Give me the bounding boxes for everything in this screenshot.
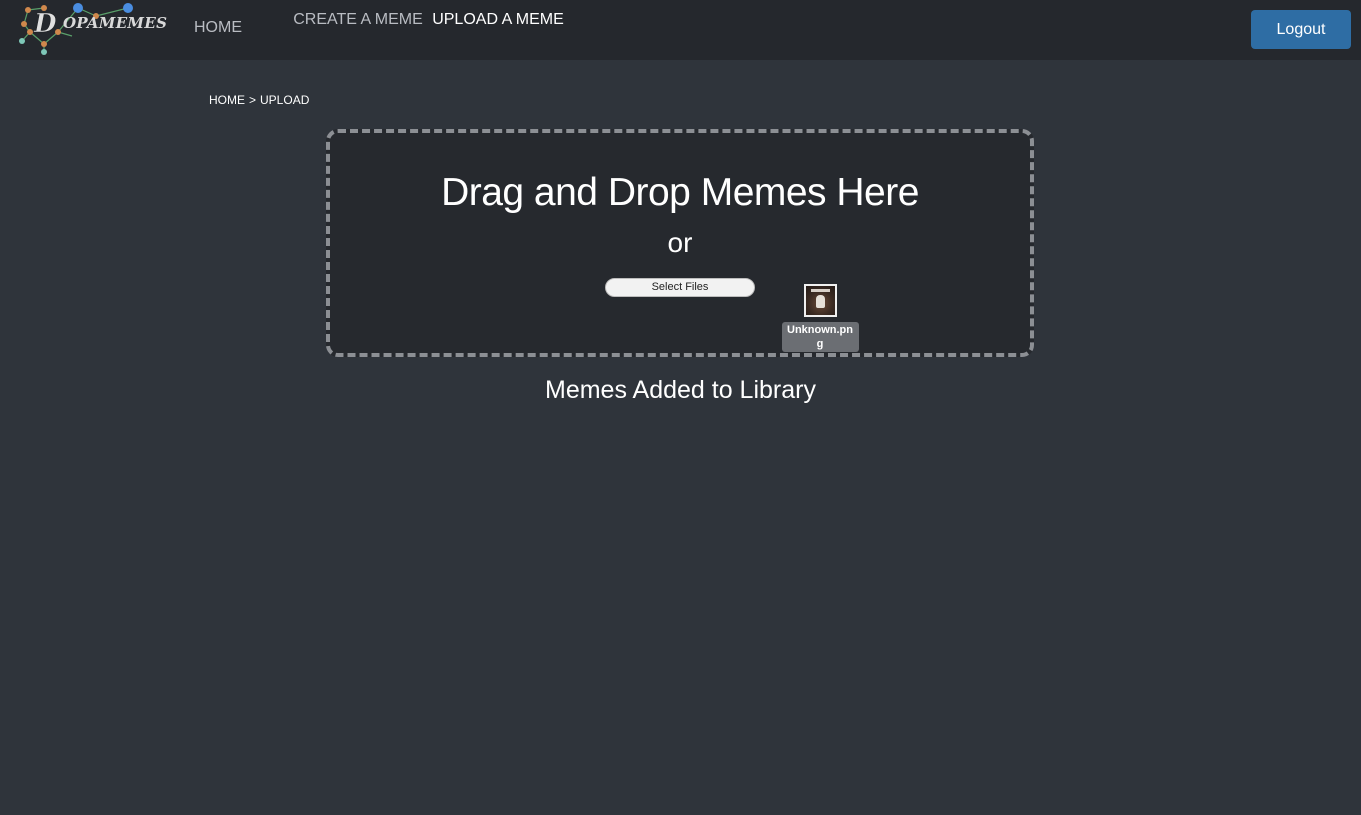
top-navbar: D OPAMEMES HOME CREATE A MEME UPLOAD A M… — [0, 0, 1361, 60]
dropzone-title: Drag and Drop Memes Here — [441, 171, 919, 214]
dropzone-or-text: or — [667, 227, 693, 258]
dragged-file-name: Unknown.png — [781, 322, 859, 352]
dragged-file[interactable]: Unknown.png — [780, 284, 860, 352]
select-files-button[interactable]: Select Files — [605, 278, 755, 297]
nav-upload-meme[interactable]: UPLOAD A MEME — [428, 11, 568, 29]
breadcrumb-home[interactable]: HOME — [209, 93, 245, 107]
meme-dropzone[interactable]: Drag and Drop Memes Here or Select Files… — [326, 129, 1034, 357]
library-heading: Memes Added to Library — [545, 376, 816, 404]
logout-button[interactable]: Logout — [1251, 10, 1351, 49]
nav-home[interactable]: HOME — [148, 19, 288, 37]
logo-initial: D — [33, 9, 57, 39]
image-thumbnail-icon — [803, 284, 837, 317]
breadcrumb: HOME > UPLOAD — [209, 93, 309, 107]
breadcrumb-separator: > — [249, 93, 257, 107]
nav-create-meme[interactable]: CREATE A MEME — [288, 11, 428, 29]
brand-logo[interactable]: D OPAMEMES — [16, 0, 167, 58]
breadcrumb-current: UPLOAD — [260, 93, 310, 107]
